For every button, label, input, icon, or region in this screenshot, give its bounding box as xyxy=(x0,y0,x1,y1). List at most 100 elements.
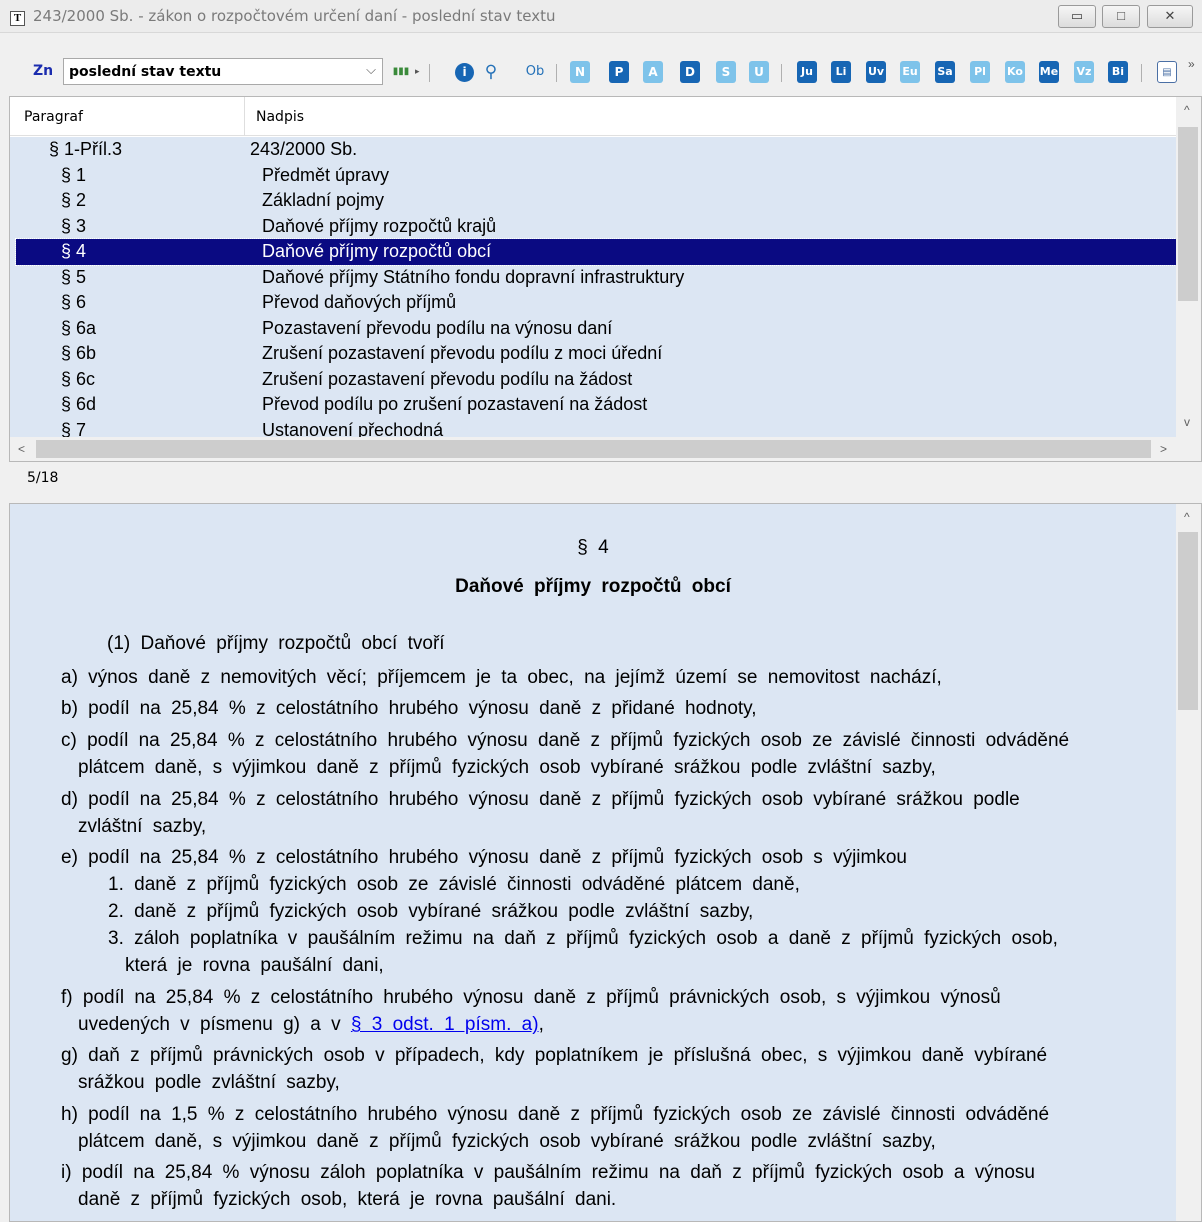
app-icon: T xyxy=(10,11,25,26)
me-button[interactable]: Me xyxy=(1039,61,1059,83)
paragraf-cell: § 3 xyxy=(61,215,87,236)
section-3-link[interactable]: § 3 odst. 1 písm. a) xyxy=(351,1014,539,1035)
nadpis-cell: Daňové příjmy Státního fondu dopravní in… xyxy=(262,266,685,287)
nadpis-cell: Zrušení pozastavení převodu podílu na žá… xyxy=(262,368,633,389)
record-position: 5/18 xyxy=(27,470,59,486)
table-row[interactable]: § 7 Ustanovení přechodná xyxy=(16,418,1176,438)
column-header-nadpis[interactable]: Nadpis xyxy=(256,109,304,125)
a-button[interactable]: A xyxy=(643,61,663,83)
table-row[interactable]: § 6c Zrušení pozastavení převodu podílu n… xyxy=(16,367,1176,393)
table-row[interactable]: § 1 Předmět úpravy xyxy=(16,163,1176,189)
toolbar-separator xyxy=(556,64,557,82)
scroll-left-icon[interactable]: < xyxy=(18,442,25,456)
item-f-text: uvedených v písmenu g) a v xyxy=(78,1014,351,1035)
table-row[interactable]: § 2 Základní pojmy xyxy=(16,188,1176,214)
close-icon: ✕ xyxy=(1164,8,1176,23)
item-e: e) podíl na 25,84 % z celostátního hrubé… xyxy=(61,847,907,868)
item-f: f) podíl na 25,84 % z celostátního hrubé… xyxy=(61,984,1121,1038)
scroll-down-icon[interactable]: v xyxy=(1184,415,1190,429)
item-i: i) podíl na 25,84 % výnosu záloh poplatn… xyxy=(61,1159,1121,1213)
grid-horizontal-thumb[interactable] xyxy=(36,440,1151,458)
paragraf-cell: § 6 xyxy=(61,292,87,312)
n-button[interactable]: N xyxy=(570,61,590,83)
grid-vertical-scrollbar[interactable]: ^ v xyxy=(1176,97,1201,437)
chevron-down-icon[interactable]: ⌵ xyxy=(366,62,376,78)
search-icon[interactable]: ⚲ xyxy=(481,61,501,83)
title-bar[interactable]: T 243/2000 Sb. - zákon o rozpočtovém urč… xyxy=(0,0,1202,33)
li-button[interactable]: Li xyxy=(831,61,851,83)
table-row[interactable]: § 1-Příl.3 243/2000 Sb. xyxy=(16,137,1176,163)
grid-body: § 1-Příl.3 243/2000 Sb. § 1 Předmět úpravy §… xyxy=(10,137,1176,437)
toolbar-separator xyxy=(1141,64,1142,82)
item-f-line1: f) podíl na 25,84 % z celostátního hrubé… xyxy=(61,987,1001,1008)
table-row[interactable]: § 6 Převod daňových příjmů xyxy=(16,290,1176,316)
sa-button[interactable]: Sa xyxy=(935,61,955,83)
item-h: h) podíl na 1,5 % z celostátního hrubého… xyxy=(61,1101,1121,1155)
close-button[interactable]: ✕ xyxy=(1147,5,1193,28)
item-f-line2: uvedených v písmenu g) a v § 3 odst. 1 p… xyxy=(61,1011,1121,1038)
bi-button[interactable]: Bi xyxy=(1108,61,1128,83)
d-button[interactable]: D xyxy=(680,61,700,83)
item-d-line1: d) podíl na 25,84 % z celostátního hrubé… xyxy=(61,789,1020,810)
minimize-icon: ▭ xyxy=(1070,8,1084,23)
item-h-line1: h) podíl na 1,5 % z celostátního hrubého… xyxy=(61,1104,1050,1125)
item-i-line2: daně z příjmů fyzických osob, která je r… xyxy=(78,1189,617,1210)
item-f-suffix: , xyxy=(538,1014,544,1035)
eu-button[interactable]: Eu xyxy=(900,61,920,83)
nadpis-cell: Převod podílu po zrušení pozastavení na … xyxy=(262,394,648,414)
paragraf-cell: § 5 xyxy=(61,266,87,287)
grid-horizontal-scrollbar[interactable]: < > xyxy=(10,437,1201,461)
pl-button[interactable]: Pl xyxy=(970,61,990,83)
books-icon[interactable]: ▮▮▮ xyxy=(390,61,412,83)
paragraf-cell: § 6b xyxy=(61,343,97,363)
document-panel: § 4 Daňové příjmy rozpočtů obcí (1) Daňo… xyxy=(9,503,1202,1222)
toolbar-separator xyxy=(781,64,782,82)
paragraf-cell: § 6a xyxy=(61,317,97,338)
u-button[interactable]: U xyxy=(749,61,769,83)
s-button[interactable]: S xyxy=(716,61,736,83)
table-row[interactable]: § 6d Převod podílu po zrušení pozastavení… xyxy=(16,392,1176,418)
item-g-line2: srážkou podle zvláštní sazby, xyxy=(78,1072,340,1093)
version-select-value: poslední stav textu xyxy=(69,64,222,80)
toolbar: Zn poslední stav textu ⌵ ▮▮▮ ▸ i ⚲ Ob N … xyxy=(0,55,1202,89)
nadpis-cell: 243/2000 Sb. xyxy=(250,139,358,159)
nadpis-cell: Zrušení pozastavení převodu podílu z moc… xyxy=(262,343,663,363)
maximize-button[interactable]: □ xyxy=(1102,5,1140,28)
document-icon[interactable]: ▤ xyxy=(1157,61,1177,83)
item-b: b) podíl na 25,84 % z celostátního hrubé… xyxy=(61,698,757,719)
ko-button[interactable]: Ko xyxy=(1005,61,1025,83)
column-header-paragraf[interactable]: Paragraf xyxy=(24,109,83,125)
item-d: d) podíl na 25,84 % z celostátního hrubé… xyxy=(61,786,1121,840)
scroll-up-icon[interactable]: ^ xyxy=(1184,103,1190,117)
table-row[interactable]: § 3 Daňové příjmy rozpočtů krajů xyxy=(16,214,1176,240)
p-button[interactable]: P xyxy=(609,61,629,83)
table-row[interactable]: § 6a Pozastavení převodu podílu na výnosu… xyxy=(16,316,1176,342)
table-row[interactable]: § 6b Zrušení pozastavení převodu podílu z… xyxy=(16,341,1176,367)
nadpis-cell: Daňové příjmy rozpočtů krajů xyxy=(262,215,497,236)
table-row[interactable]: § 5 Daňové příjmy Státního fondu dopravní… xyxy=(16,265,1176,291)
ju-button[interactable]: Ju xyxy=(797,61,817,83)
grid-header: Paragraf Nadpis xyxy=(10,97,1176,136)
grid-scroll-thumb[interactable] xyxy=(1178,127,1198,301)
minimize-button[interactable]: ▭ xyxy=(1058,5,1096,28)
paragraph-grid: Paragraf Nadpis § 1-Příl.3 243/2000 Sb. § … xyxy=(9,96,1202,462)
item-c-line1: c) podíl na 25,84 % z celostátního hrubé… xyxy=(61,730,1070,751)
uv-button[interactable]: Uv xyxy=(866,61,886,83)
document-scroll-thumb[interactable] xyxy=(1178,532,1198,710)
version-select[interactable]: poslední stav textu ⌵ xyxy=(63,58,383,85)
info-icon[interactable]: i xyxy=(455,63,474,82)
column-divider[interactable] xyxy=(244,97,245,136)
scroll-up-icon[interactable]: ^ xyxy=(1184,510,1190,524)
paragraf-cell: § 6c xyxy=(61,368,96,389)
item-d-line2: zvláštní sazby, xyxy=(78,816,207,837)
dropdown-arrow-icon[interactable]: ▸ xyxy=(415,66,420,77)
vz-button[interactable]: Vz xyxy=(1074,61,1094,83)
toolbar-overflow-icon[interactable]: » xyxy=(1188,57,1195,71)
item-g: g) daň z příjmů právnických osob v přípa… xyxy=(61,1042,1121,1096)
document-vertical-scrollbar[interactable]: ^ xyxy=(1176,504,1201,1221)
table-row[interactable]: § 4 Daňové příjmy rozpočtů obcí xyxy=(15,238,1176,266)
section-number: § 4 xyxy=(577,537,609,558)
scroll-right-icon[interactable]: > xyxy=(1160,442,1167,456)
ob-button[interactable]: Ob xyxy=(522,61,548,83)
paragraf-cell: § 7 xyxy=(61,419,87,438)
